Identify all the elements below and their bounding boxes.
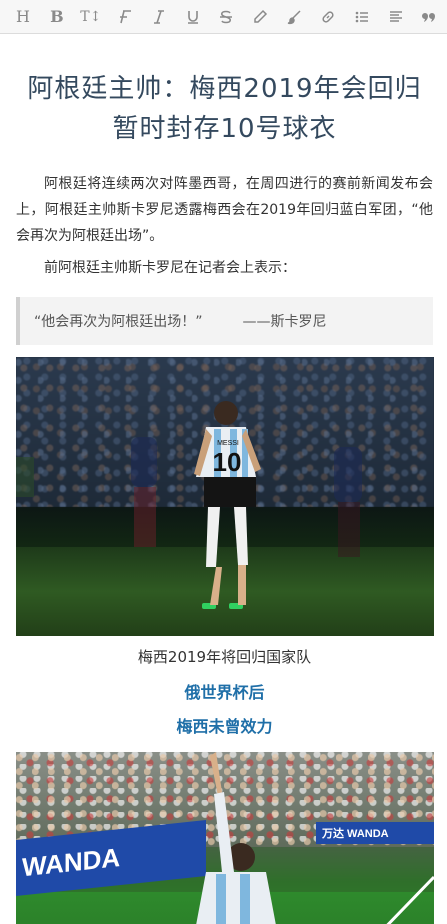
italic-button[interactable]: [142, 0, 176, 34]
heading-icon: H: [15, 7, 30, 26]
bullet-list-button[interactable]: [345, 0, 379, 34]
messi-back-photo: MESSI 10: [16, 357, 434, 636]
quote-author: ——斯卡罗尼: [242, 314, 327, 330]
bold-button[interactable]: B: [40, 0, 74, 34]
bullet-list-icon: [355, 11, 369, 22]
align-icon: [390, 10, 403, 22]
font-icon: [119, 9, 131, 23]
editor-toolbar: H B T↕: [0, 0, 447, 34]
photo-caption: 梅西2019年将回归国家队: [137, 648, 312, 666]
paragraph-intro: 阿根廷将连续两次对阵墨西哥，在周四进行的赛前新闻发布会上，阿根廷主帅斯卡罗尼透露…: [16, 176, 433, 244]
underline-button[interactable]: [176, 0, 210, 34]
jersey-name: MESSI: [217, 440, 239, 447]
strikethrough-button[interactable]: [210, 0, 244, 34]
text-size-icon: T↕: [80, 8, 102, 25]
jersey-number: 10: [213, 447, 242, 477]
text-size-button[interactable]: T↕: [74, 0, 108, 34]
blockquote: “他会再次为阿根廷出场！” ——斯卡罗尼: [16, 297, 433, 345]
font-button[interactable]: [108, 0, 142, 34]
align-button[interactable]: [379, 0, 413, 34]
player-figure: MESSI 10: [16, 401, 362, 609]
underline-icon: [187, 10, 198, 24]
italic-icon: [153, 9, 164, 24]
messi-celebration-photo: 万达 WANDA WANDA: [16, 752, 434, 924]
brush-icon: [288, 9, 301, 24]
quote-button[interactable]: [413, 0, 447, 34]
heading-button[interactable]: H: [6, 0, 40, 34]
link-icon: [322, 10, 334, 23]
highlighter-icon: [254, 9, 268, 23]
strikethrough-icon: [220, 10, 233, 23]
highlighter-button[interactable]: [243, 0, 277, 34]
editor-content[interactable]: 阿根廷主帅：梅西2019年会回归暂时封存10号球衣 阿根廷将连续两次对阵墨西哥，…: [0, 35, 447, 924]
subheading-not-played: 梅西未曾效力: [176, 717, 273, 736]
link-button[interactable]: [311, 0, 345, 34]
bold-icon: B: [50, 7, 64, 26]
article-title: 阿根廷主帅：梅西2019年会回归暂时封存10号球衣: [27, 74, 422, 144]
quote-icon: [422, 12, 436, 22]
quote-text: “他会再次为阿根廷出场！”: [34, 314, 203, 330]
subheading-after-worldcup: 俄世界杯后: [184, 683, 265, 702]
brush-button[interactable]: [277, 0, 311, 34]
paragraph-statement: 前阿根廷主帅斯卡罗尼在记者会上表示：: [44, 260, 296, 276]
